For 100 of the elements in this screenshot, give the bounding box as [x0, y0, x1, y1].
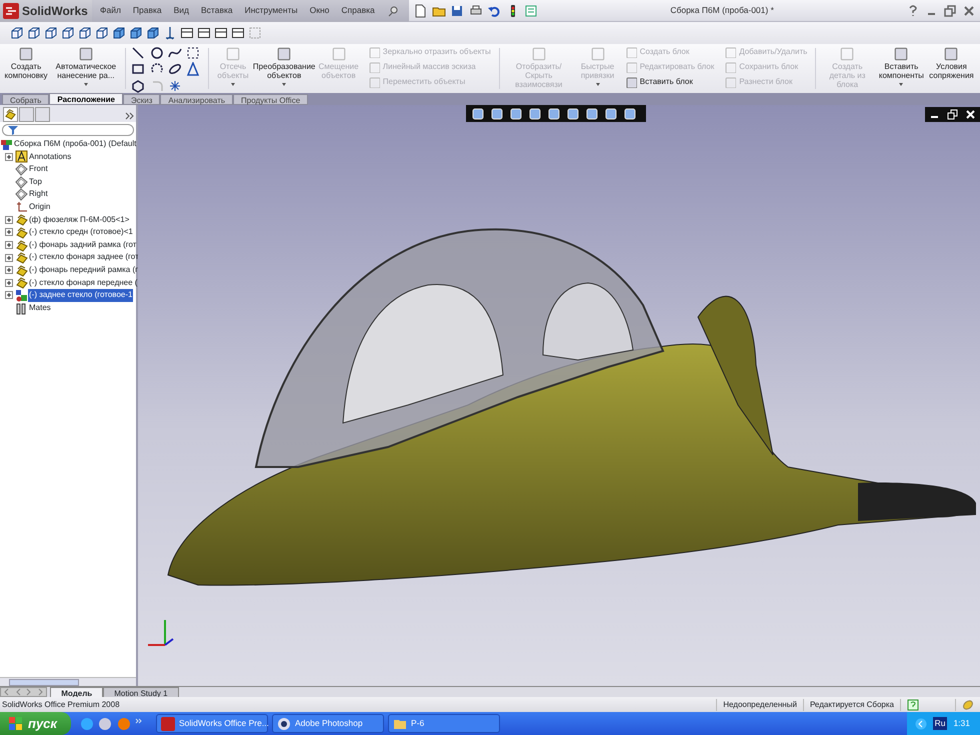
command-button[interactable]: Преобразование объектов — [254, 46, 314, 86]
tree-root-item[interactable]: Сборка П6М (проба-001) (Default — [13, 138, 138, 151]
taskbar-button[interactable]: Adobe Photoshop — [272, 714, 384, 733]
command-button[interactable]: Вставить блок — [624, 76, 714, 88]
horizontal-scrollbar[interactable] — [0, 677, 136, 686]
command-icon — [78, 46, 94, 62]
taskbar-button[interactable]: SolidWorks Office Pre... — [156, 714, 268, 733]
tab[interactable]: Расположение — [49, 93, 123, 105]
command-icon — [724, 76, 736, 88]
filter-field[interactable] — [2, 124, 134, 136]
menu-item[interactable]: Вставка — [201, 4, 233, 17]
tab[interactable]: Анализировать — [160, 94, 234, 105]
tree-item[interactable]: Front — [28, 163, 49, 176]
tree-item[interactable]: (-) стекло средн (готовое)<1 — [28, 226, 134, 239]
tree-item[interactable]: (-) заднее стекло (готовое-1 — [28, 289, 134, 302]
expand-chevron-icon[interactable] — [124, 110, 136, 122]
wireframe-cube-icon[interactable] — [78, 26, 92, 40]
tab-navigation-icon[interactable] — [0, 687, 48, 697]
circle-icon[interactable] — [150, 46, 164, 60]
tab[interactable]: Motion Study 1 — [103, 686, 179, 698]
part-icon — [15, 213, 28, 226]
dotted-square-icon[interactable] — [186, 46, 200, 60]
restore-icon[interactable] — [946, 109, 958, 120]
window-layout-icon[interactable] — [231, 26, 245, 40]
language-indicator[interactable]: Ru — [932, 717, 948, 730]
part-icon — [15, 251, 28, 264]
windows-logo-icon — [8, 716, 23, 731]
command-icon — [943, 46, 960, 62]
chevron-left-icon[interactable] — [914, 718, 927, 730]
rebuild-icon[interactable] — [962, 698, 974, 710]
menu-item[interactable]: Справка — [341, 4, 375, 17]
window-title: Сборка П6М (проба-001) * — [669, 4, 775, 17]
command-icon — [624, 61, 637, 73]
axis-icon[interactable] — [163, 26, 177, 40]
wireframe-cube-icon[interactable] — [61, 26, 75, 40]
part-icon — [15, 264, 28, 277]
command-icon — [368, 76, 380, 88]
tab[interactable]: Модель — [50, 686, 104, 698]
expand-plus-icon[interactable] — [5, 152, 13, 161]
part-icon — [15, 276, 28, 290]
command-button[interactable]: Вставить компоненты — [876, 46, 926, 86]
expand-plus-icon[interactable] — [5, 241, 13, 250]
point-icon[interactable] — [168, 78, 182, 92]
expand-plus-icon[interactable] — [5, 266, 13, 274]
status-text: SolidWorks Office Premium 2008 — [2, 698, 120, 710]
polygon-icon[interactable] — [131, 78, 146, 92]
chevron-icon[interactable] — [135, 716, 143, 724]
command-icon — [224, 46, 241, 62]
command-button[interactable]: Условия сопряжения — [928, 46, 975, 80]
ellipse-icon[interactable] — [168, 62, 182, 76]
expand-plus-icon[interactable] — [5, 228, 13, 236]
command-icon — [893, 46, 910, 62]
taskbar-button[interactable]: P-6 — [388, 714, 500, 733]
menu-item[interactable]: Вид — [174, 4, 190, 17]
new-document-icon[interactable] — [413, 4, 428, 18]
help-icon[interactable] — [907, 698, 919, 710]
menu-item[interactable]: Инструменты — [244, 4, 298, 17]
tree-item[interactable]: Right — [28, 188, 49, 201]
expand-plus-icon[interactable] — [5, 278, 13, 287]
tree-item[interactable]: Top — [28, 176, 43, 188]
tree-item[interactable]: (ф) фюзеляж П-6М-005<1> — [28, 214, 130, 226]
window-layout-icon[interactable] — [180, 26, 194, 40]
expand-plus-icon[interactable] — [5, 216, 13, 224]
mates-icon — [15, 302, 28, 315]
printer-icon[interactable] — [468, 4, 483, 18]
tab[interactable]: Собрать — [2, 94, 50, 105]
tree-item[interactable]: (-) стекло фонаря заднее (гот — [28, 251, 140, 264]
menu-item[interactable]: Файл — [100, 4, 121, 17]
start-button[interactable]: пуск — [0, 712, 71, 735]
command-button[interactable]: Автоматическое нанесение ра... — [51, 46, 121, 86]
spline-icon[interactable] — [168, 46, 182, 60]
tree-item[interactable]: Annotations — [28, 150, 72, 164]
tree-item[interactable]: (-) фонарь задний рамка (гот — [28, 238, 138, 252]
expand-plus-icon[interactable] — [5, 254, 13, 262]
close-icon[interactable] — [965, 109, 976, 120]
text-icon[interactable] — [186, 62, 200, 76]
assembly-icon — [0, 138, 13, 151]
menu-item[interactable]: Правка — [132, 4, 162, 17]
command-icon — [18, 46, 34, 62]
wireframe-cube-icon[interactable] — [44, 26, 58, 40]
tab[interactable]: Эскиз — [123, 94, 160, 105]
tree-item[interactable]: (-) фонарь передний рамка (г — [28, 264, 140, 276]
rectangle-icon[interactable] — [131, 62, 146, 76]
window-layout-icon[interactable] — [214, 26, 228, 40]
tree-item[interactable]: (-) стекло фонаря переднее ( — [28, 276, 138, 290]
tree-item[interactable]: Mates — [28, 302, 52, 314]
menu-item[interactable]: Окно — [310, 4, 330, 17]
feature-tree-tab[interactable] — [3, 107, 18, 122]
command-icon — [276, 46, 292, 62]
wireframe-cube-icon[interactable] — [10, 26, 24, 40]
tab[interactable]: Продукты Office — [233, 94, 308, 105]
wireframe-cube-icon[interactable] — [95, 26, 109, 40]
line-icon[interactable] — [131, 46, 146, 60]
plane-icon — [15, 188, 28, 202]
save-icon[interactable] — [450, 4, 464, 18]
window-layout-icon[interactable] — [197, 26, 211, 40]
tree-item[interactable]: Origin — [28, 201, 52, 214]
expand-plus-icon[interactable] — [5, 291, 13, 300]
wireframe-cube-icon[interactable] — [27, 26, 41, 40]
command-button[interactable]: Создать компоновку — [3, 46, 50, 80]
